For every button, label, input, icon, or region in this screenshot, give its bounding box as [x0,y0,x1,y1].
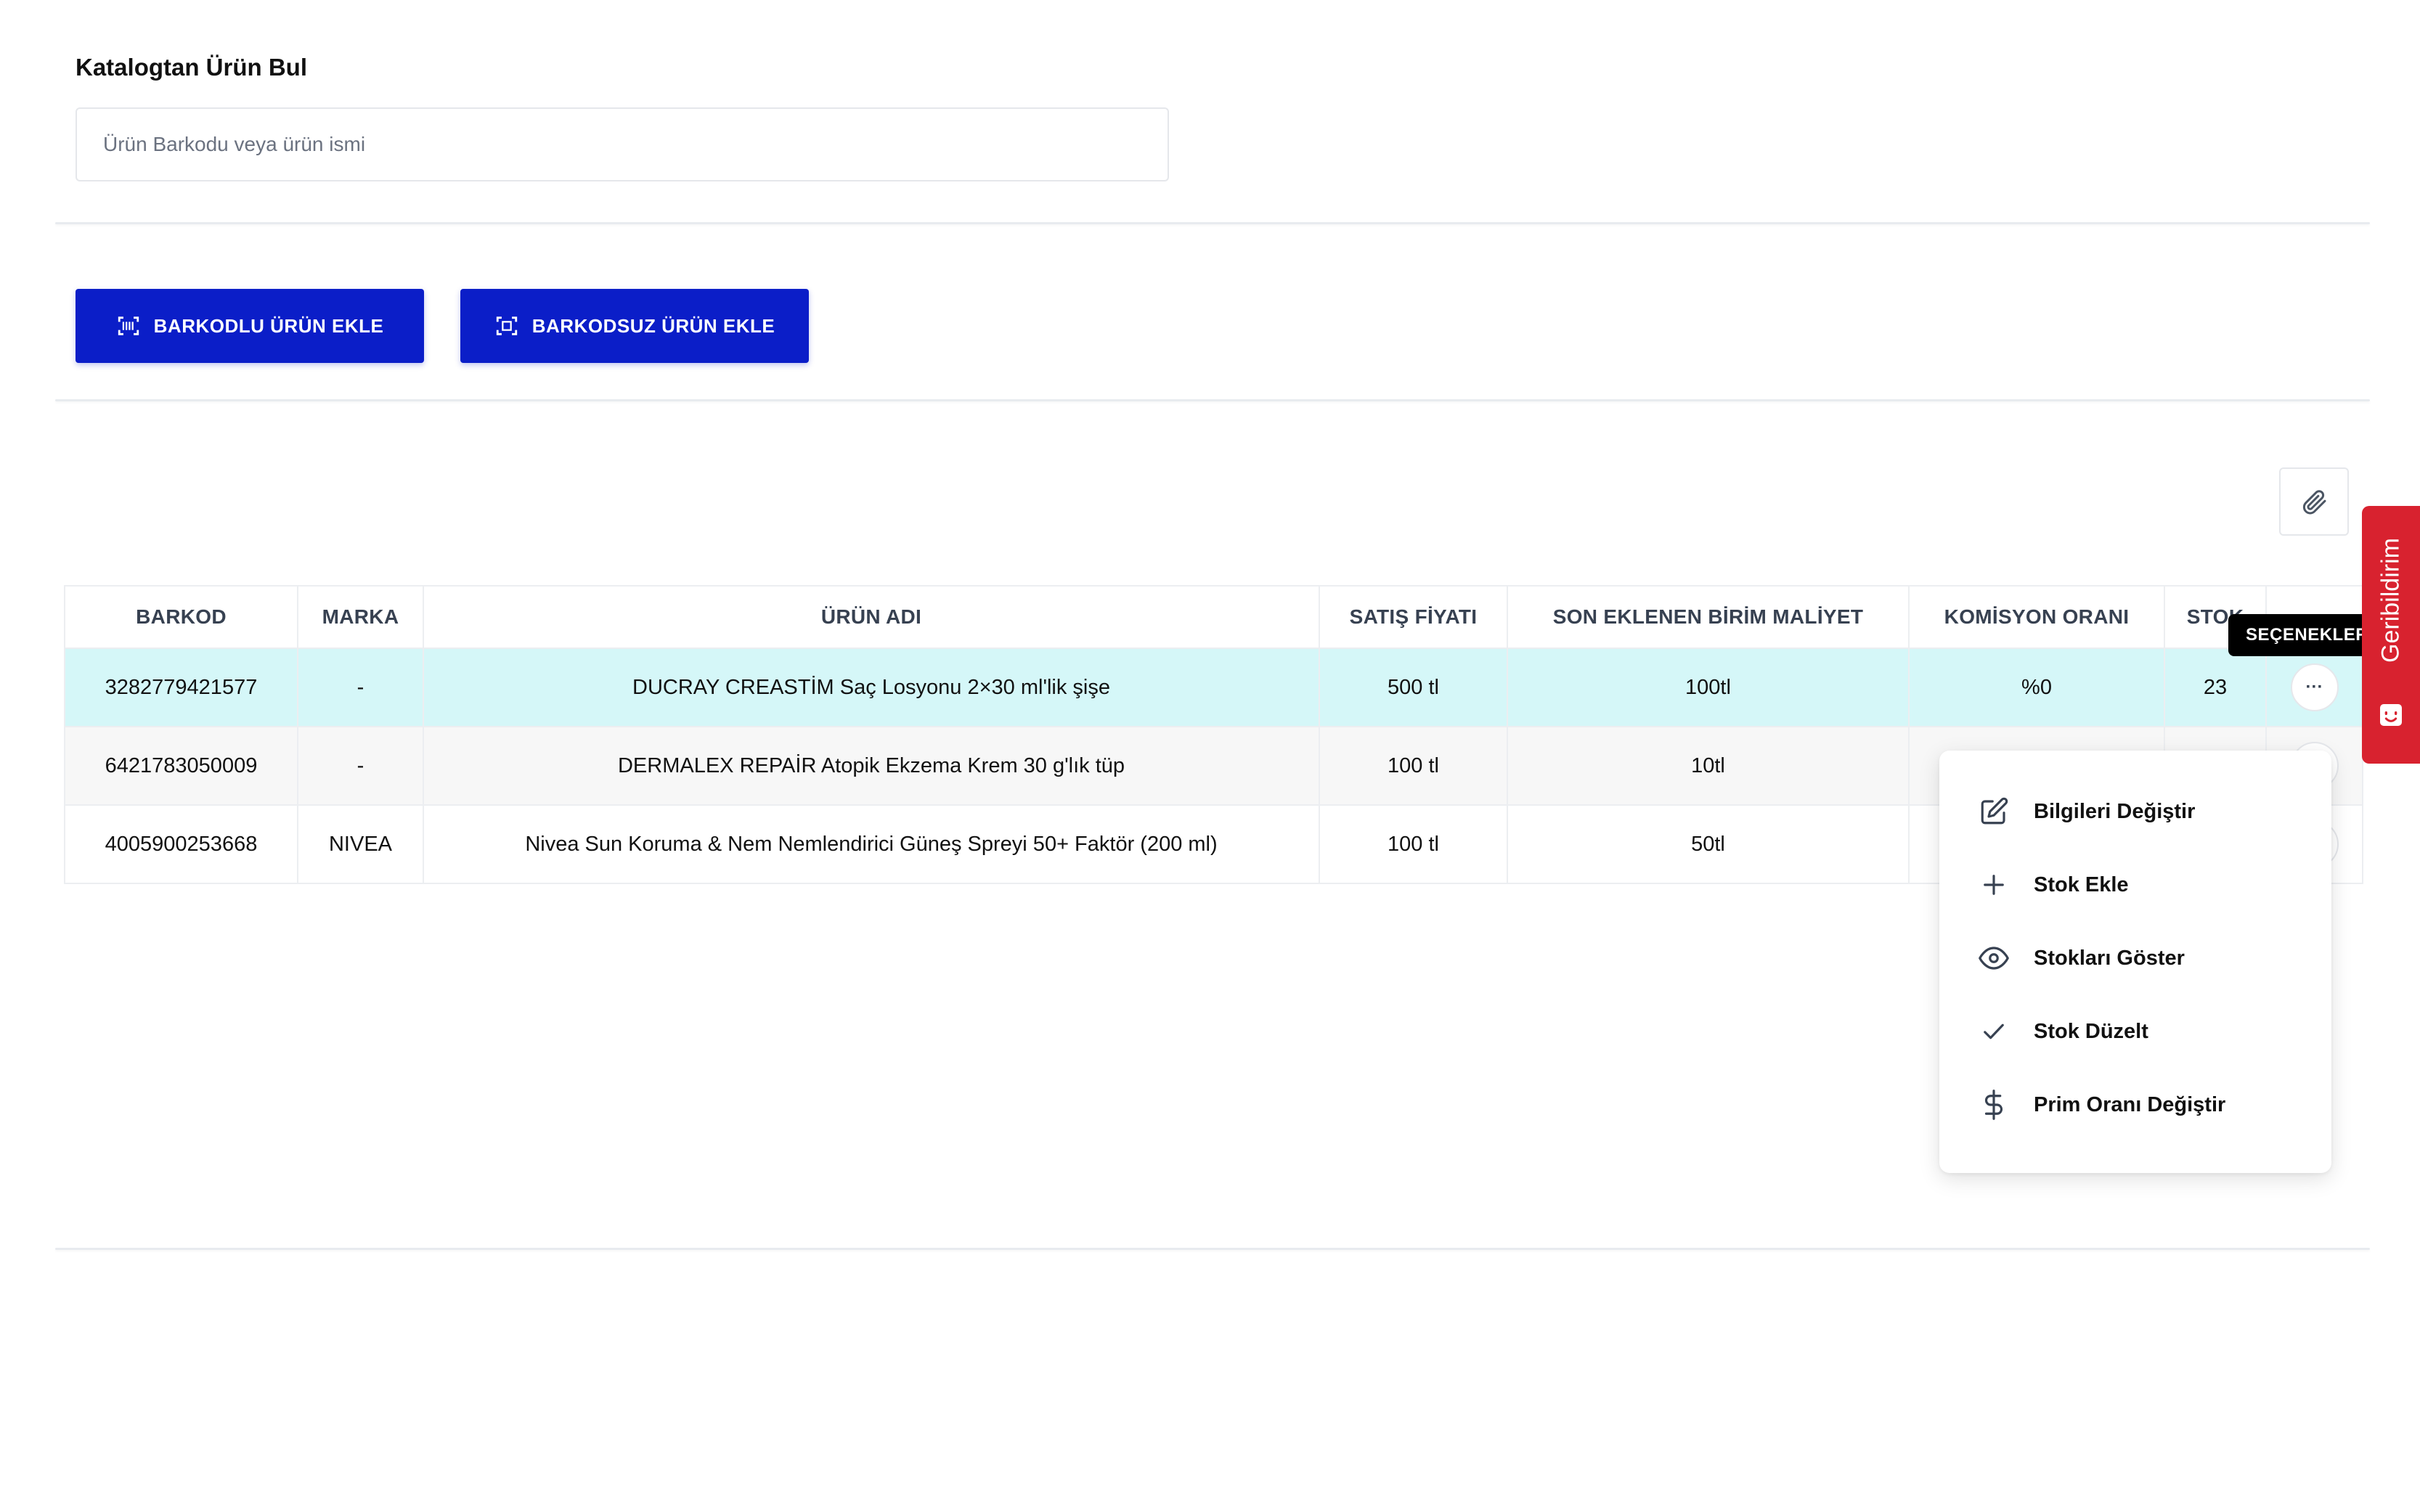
column-header-satis-fiyati[interactable]: SATIŞ FİYATI [1319,585,1508,649]
cell-urun-adi: DERMALEX REPAİR Atopik Ekzema Krem 30 g'… [423,726,1320,806]
column-header-birim-maliyet[interactable]: SON EKLENEN BİRİM MALİYET [1507,585,1910,649]
plus-icon [1984,875,2004,895]
menu-item-show-stocks[interactable]: Stokları Göster [1979,936,2185,980]
menu-item-label: Bilgileri Değiştir [2034,799,2196,823]
check-icon [1984,1023,2004,1039]
feedback-label: Geribildirim [2376,538,2405,663]
column-header-marka[interactable]: MARKA [297,585,424,649]
cell-stok: 23 [2164,647,2267,727]
eye-icon [1979,947,2009,970]
cell-birim-maliyet: 100tl [1507,647,1910,727]
cell-satis-fiyati: 100 tl [1319,726,1508,806]
product-search-input[interactable] [76,107,1169,181]
menu-item-label: Stok Düzelt [2034,1019,2148,1043]
cell-barkod: 4005900253668 [64,804,298,884]
section-divider [55,399,2370,401]
add-no-barcode-product-label: BARKODSUZ ÜRÜN EKLE [531,314,775,337]
barcode-scan-icon [118,316,139,335]
menu-item-label: Stok Ekle [2034,873,2129,896]
section-divider [55,222,2370,224]
menu-item-change-bonus-rate[interactable]: Prim Oranı Değiştir [1979,1083,2225,1127]
menu-item-fix-stock[interactable]: Stok Düzelt [1979,1010,2148,1053]
menu-item-label: Stokları Göster [2034,946,2185,970]
cell-barkod: 6421783050009 [64,726,298,806]
cell-barkod: 3282779421577 [64,647,298,727]
cell-marka: NIVEA [297,804,424,884]
column-header-urun-adi[interactable]: ÜRÜN ADI [423,585,1320,649]
edit-icon [1981,797,2008,825]
cell-urun-adi: Nivea Sun Koruma & Nem Nemlendirici Güne… [423,804,1320,884]
add-barcode-product-button[interactable]: BARKODLU ÜRÜN EKLE [76,289,424,363]
row-options-menu: Bilgileri Değiştir Stok Ekle Stokları Gö… [1939,751,2331,1173]
cell-birim-maliyet: 50tl [1507,804,1910,884]
cell-birim-maliyet: 10tl [1507,726,1910,806]
add-barcode-product-label: BARKODLU ÜRÜN EKLE [153,314,384,337]
search-section-title: Katalogtan Ürün Bul [76,54,307,81]
cell-urun-adi: DUCRAY CREASTİM Saç Losyonu 2×30 ml'lik … [423,647,1320,727]
cell-marka: - [297,726,424,806]
feedback-icon [2380,704,2402,726]
table-row[interactable]: 3282779421577 - DUCRAY CREASTİM Saç Losy… [64,647,2363,727]
column-header-barkod[interactable]: BARKOD [64,585,298,649]
cell-satis-fiyati: 500 tl [1319,647,1508,727]
cell-options: ··· [2265,647,2363,727]
cell-komisyon: %0 [1908,647,2165,727]
attach-file-button[interactable] [2279,467,2349,536]
menu-item-add-stock[interactable]: Stok Ekle [1979,863,2129,907]
menu-item-label: Prim Oranı Değiştir [2034,1092,2226,1116]
row-options-button[interactable]: ··· [2290,663,2339,711]
feedback-tab[interactable]: Geribildirim [2362,506,2420,764]
dollar-icon [1984,1090,2003,1120]
cell-satis-fiyati: 100 tl [1319,804,1508,884]
section-divider [55,1248,2370,1250]
scan-frame-icon [496,316,517,335]
add-no-barcode-product-button[interactable]: BARKODSUZ ÜRÜN EKLE [460,289,809,363]
paperclip-icon [2302,490,2326,515]
menu-item-edit-info[interactable]: Bilgileri Değiştir [1979,790,2195,833]
more-dots-icon: ··· [2305,677,2323,697]
cell-marka: - [297,647,424,727]
table-header-row: BARKOD MARKA ÜRÜN ADI SATIŞ FİYATI SON E… [64,585,2363,649]
column-header-komisyon[interactable]: KOMİSYON ORANI [1908,585,2165,649]
